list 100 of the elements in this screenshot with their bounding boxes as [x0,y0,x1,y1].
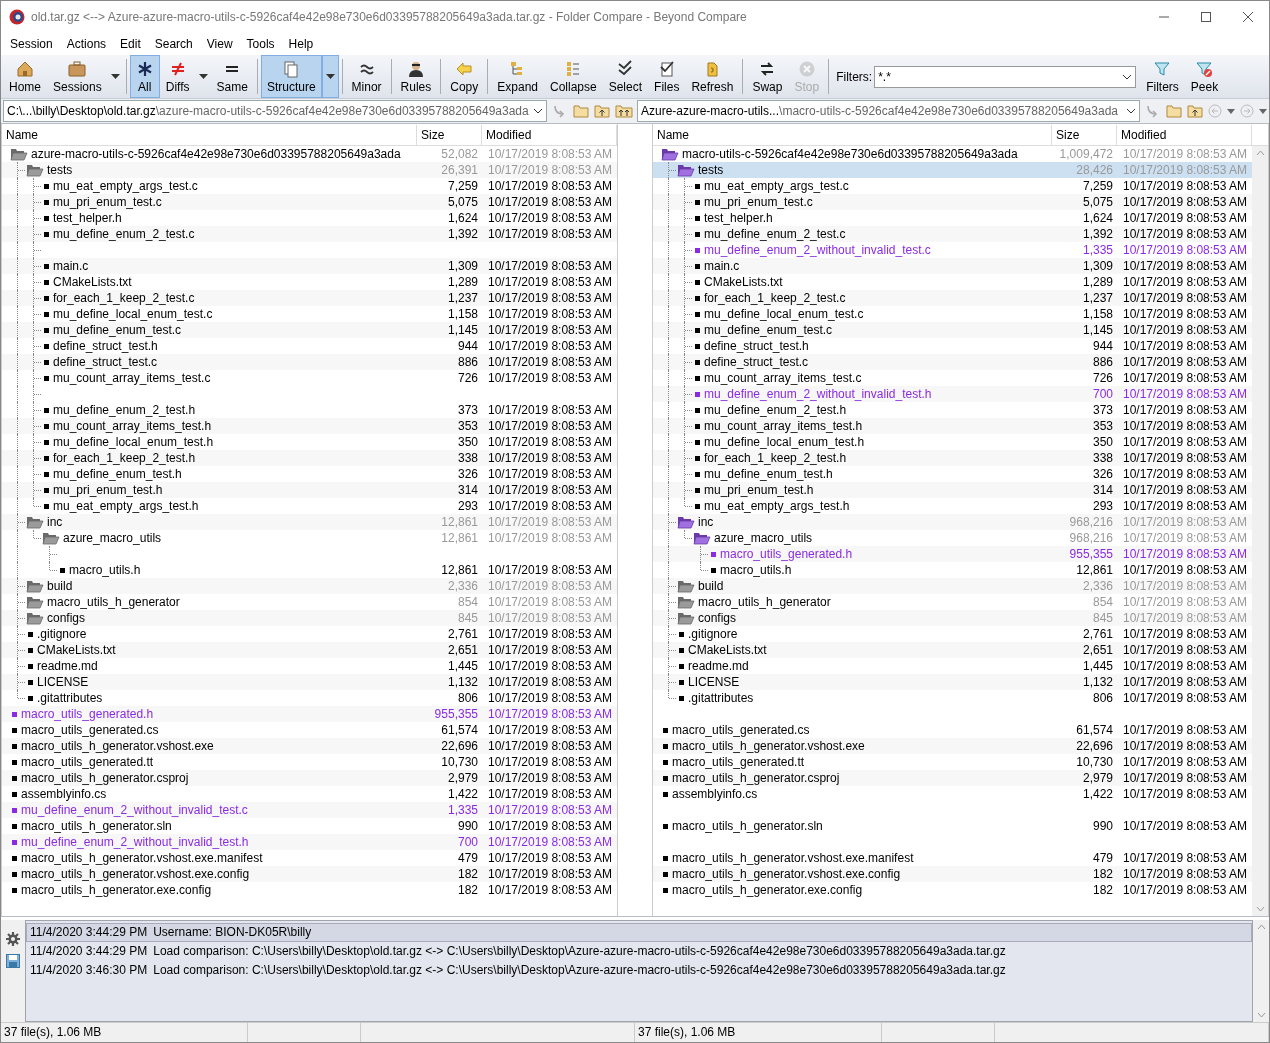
tree-row[interactable]: define_struct_test.h 944 10/17/2019 8:08:53 AM [653,338,1252,354]
tree-row[interactable]: define_struct_test.c 886 10/17/2019 8:08:53 AM [653,354,1252,370]
folder-icon[interactable] [1166,104,1182,118]
tree-row[interactable]: define_struct_test.h 944 10/17/2019 8:08:53 AM [2,338,617,354]
toolbar-button[interactable]: Files [648,55,686,98]
tree-row[interactable]: CMakeLists.txt 2,651 10/17/2019 8:08:53 AM [653,642,1252,658]
tree-row[interactable]: for_each_1_keep_2_test.c 1,237 10/17/2019 8:08:53 AM [2,290,617,306]
toolbar-button[interactable]: Same [210,55,254,98]
toolbar-button[interactable]: Expand [491,55,544,98]
menu-item[interactable]: Session [3,33,60,54]
toolbar-button[interactable]: Minor [345,55,388,98]
scroll-down-icon[interactable] [1255,907,1265,912]
tree-row[interactable]: CMakeLists.txt 2,651 10/17/2019 8:08:53 AM [2,642,617,658]
column-header[interactable]: Modified [1117,125,1252,145]
toolbar-button[interactable]: Copy [444,55,485,98]
tree-row[interactable]: mu_define_enum_2_without_invalid_test.c 1,335 10/17/2019 8:08:53 AM [2,802,617,818]
tree-row[interactable]: mu_define_enum_test.c 1,145 10/17/2019 8:08:53 AM [2,322,617,338]
dropdown-caret-icon[interactable] [325,74,335,79]
tree-row[interactable]: macro_utils_h_generator.vshost.exe.config 182 10/17/2019 8:08:53 AM [653,866,1252,882]
tree-row[interactable]: macro_utils.h 12,861 10/17/2019 8:08:53 AM [653,562,1252,578]
toolbar-button[interactable]: Refresh [685,55,740,98]
tree-row[interactable]: mu_define_enum_2_test.h 373 10/17/2019 8:08:53 AM [653,402,1252,418]
tree-row[interactable]: .gitignore 2,761 10/17/2019 8:08:53 AM [2,626,617,642]
tree-row[interactable]: define_struct_test.c 886 10/17/2019 8:08:53 AM [2,354,617,370]
tree-row[interactable]: test_helper.h 1,624 10/17/2019 8:08:53 AM [653,210,1252,226]
dropdown-caret-icon[interactable] [198,74,208,79]
tree-row[interactable]: macro_utils_h_generator.vshost.exe 22,696 10/17/2019 8:08:53 AM [653,738,1252,754]
tree-row[interactable]: macro_utils_h_generator.sln 990 10/17/2019 8:08:53 AM [2,818,617,834]
tree-row[interactable]: mu_define_enum_2_without_invalid_test.h 700 10/17/2019 8:08:53 AM [2,834,617,850]
tree-row[interactable]: mu_define_enum_2_test.c 1,392 10/17/2019 8:08:53 AM [653,226,1252,242]
path-field[interactable]: C:\...\billy\Desktop\old.tar.gz\azure-macro-utils-c-5926caf4e42e98e730e6d03395788205649a3ada [3,100,547,122]
tree-row[interactable]: test_helper.h 1,624 10/17/2019 8:08:53 AM [2,210,617,226]
tree-row[interactable]: macro_utils_h_generator.vshost.exe.config 182 10/17/2019 8:08:53 AM [2,866,617,882]
folder-up-icon[interactable] [1187,104,1203,118]
tree-row[interactable]: macro_utils_generated.tt 10,730 10/17/2019 8:08:53 AM [653,754,1252,770]
menu-item[interactable]: Edit [113,33,148,54]
toolbar-button[interactable]: Peek [1184,55,1225,98]
scroll-up-icon[interactable] [1256,924,1266,929]
tree-row[interactable]: macro_utils_h_generator.vshost.exe.manifest 479 10/17/2019 8:08:53 AM [2,850,617,866]
menu-item[interactable]: Actions [59,33,114,54]
tree-row[interactable]: mu_define_enum_2_test.h 373 10/17/2019 8:08:53 AM [2,402,617,418]
tree-row[interactable]: macro_utils_h_generator 854 10/17/2019 8:08:53 AM [2,594,617,610]
tree-row[interactable]: azure-macro-utils-c-5926caf4e42e98e730e6d03395788205649a3ada 52,082 10/17/2019 8:08:53 AM [2,146,617,162]
toolbar-button[interactable]: All [129,55,160,98]
tree-row[interactable]: .gitattributes 806 10/17/2019 8:08:53 AM [2,690,617,706]
caret-icon[interactable] [1259,108,1267,114]
column-header[interactable]: Name [2,125,417,145]
tree-row[interactable]: mu_pri_enum_test.h 314 10/17/2019 8:08:53 AM [2,482,617,498]
folder-icon[interactable] [573,104,589,118]
tree-row[interactable]: .gitignore 2,761 10/17/2019 8:08:53 AM [653,626,1252,642]
tree-row[interactable]: mu_count_array_items_test.c 726 10/17/2019 8:08:53 AM [2,370,617,386]
tree-row[interactable]: readme.md 1,445 10/17/2019 8:08:53 AM [2,658,617,674]
tree-row[interactable]: macro_utils_generated.tt 10,730 10/17/2019 8:08:53 AM [2,754,617,770]
save-icon[interactable] [6,954,20,968]
tree-row[interactable]: macro-utils-c-5926caf4e42e98e730e6d03395788205649a3ada 1,009,472 10/17/2019 8:08:53 AM [653,146,1252,162]
toolbar-button[interactable]: Collapse [544,55,603,98]
tree-row[interactable]: configs 845 10/17/2019 8:08:53 AM [653,610,1252,626]
tree-row[interactable]: macro_utils_h_generator.csproj 2,979 10/17/2019 8:08:53 AM [653,770,1252,786]
tree-row[interactable]: macro_utils_h_generator.exe.config 182 10/17/2019 8:08:53 AM [653,882,1252,898]
menu-item[interactable]: Help [281,33,321,54]
tree-row[interactable]: LICENSE 1,132 10/17/2019 8:08:53 AM [653,674,1252,690]
gear-icon[interactable] [6,932,20,946]
tree-row[interactable]: .gitattributes 806 10/17/2019 8:08:53 AM [653,690,1252,706]
tree-row[interactable]: mu_eat_empty_args_test.h 293 10/17/2019 8:08:53 AM [653,498,1252,514]
tree-row[interactable]: mu_define_enum_test.c 1,145 10/17/2019 8:08:53 AM [653,322,1252,338]
tree-row[interactable]: azure_macro_utils 968,216 10/17/2019 8:08:53 AM [653,530,1252,546]
tree-row[interactable]: inc 12,861 10/17/2019 8:08:53 AM [2,514,617,530]
column-header[interactable]: Size [417,125,482,145]
tree-row[interactable]: configs 845 10/17/2019 8:08:53 AM [2,610,617,626]
log-entry[interactable]: 11/4/2020 3:44:29 PM Username: BION-DK05R\billy [26,923,1252,942]
log-entry[interactable]: 11/4/2020 3:46:30 PM Load comparison: C:\Users\billy\Desktop\old.tar.gz <-> C:\Users\billy\Desktop\Azure-azure-macro-utils-c-5926caf4e42e98e730e6d03395788205649a3ada.tar.gz [26,961,1252,980]
tree-row[interactable]: macro_utils_h_generator.sln 990 10/17/2019 8:08:53 AM [653,818,1252,834]
toolbar-button[interactable]: Structure [260,55,322,98]
tree-row[interactable]: macro_utils_h_generator.csproj 2,979 10/17/2019 8:08:53 AM [2,770,617,786]
tree-row[interactable]: assemblyinfo.cs 1,422 10/17/2019 8:08:53 AM [653,786,1252,802]
tree-row[interactable]: mu_count_array_items_test.h 353 10/17/2019 8:08:53 AM [2,418,617,434]
scroll-up-icon[interactable] [1255,150,1265,155]
folders-up-icon[interactable] [615,104,633,118]
toolbar-button[interactable]: Sessions [47,55,108,98]
tree-row[interactable]: mu_pri_enum_test.c 5,075 10/17/2019 8:08:53 AM [653,194,1252,210]
tree-row[interactable]: mu_define_enum_2_without_invalid_test.c 1,335 10/17/2019 8:08:53 AM [653,242,1252,258]
column-header[interactable]: Size [1052,125,1117,145]
caret-icon[interactable] [1227,108,1235,114]
scrollbar[interactable] [1252,146,1268,916]
tree-row[interactable]: mu_define_local_enum_test.c 1,158 10/17/2019 8:08:53 AM [653,306,1252,322]
toolbar-button[interactable]: Select [602,55,649,98]
column-header[interactable]: Modified [482,125,617,145]
maximize-icon[interactable] [1201,11,1211,22]
menu-item[interactable]: Search [147,33,200,54]
tree-row[interactable]: mu_count_array_items_test.c 726 10/17/2019 8:08:53 AM [653,370,1252,386]
tree-row[interactable]: mu_eat_empty_args_test.h 293 10/17/2019 8:08:53 AM [2,498,617,514]
tree-row[interactable]: macro_utils_generated.h 955,355 10/17/2019 8:08:53 AM [653,546,1252,562]
tree-row[interactable]: macro_utils.h 12,861 10/17/2019 8:08:53 AM [2,562,617,578]
tree-row[interactable]: macro_utils_h_generator.vshost.exe.manifest 479 10/17/2019 8:08:53 AM [653,850,1252,866]
tree-row[interactable]: assemblyinfo.cs 1,422 10/17/2019 8:08:53 AM [2,786,617,802]
folder-up-icon[interactable] [594,104,610,118]
tree-row[interactable]: build 2,336 10/17/2019 8:08:53 AM [653,578,1252,594]
tree-row[interactable]: CMakeLists.txt 1,289 10/17/2019 8:08:53 AM [2,274,617,290]
tree-row[interactable]: mu_define_enum_2_test.c 1,392 10/17/2019 8:08:53 AM [2,226,617,242]
tree-row[interactable]: LICENSE 1,132 10/17/2019 8:08:53 AM [2,674,617,690]
